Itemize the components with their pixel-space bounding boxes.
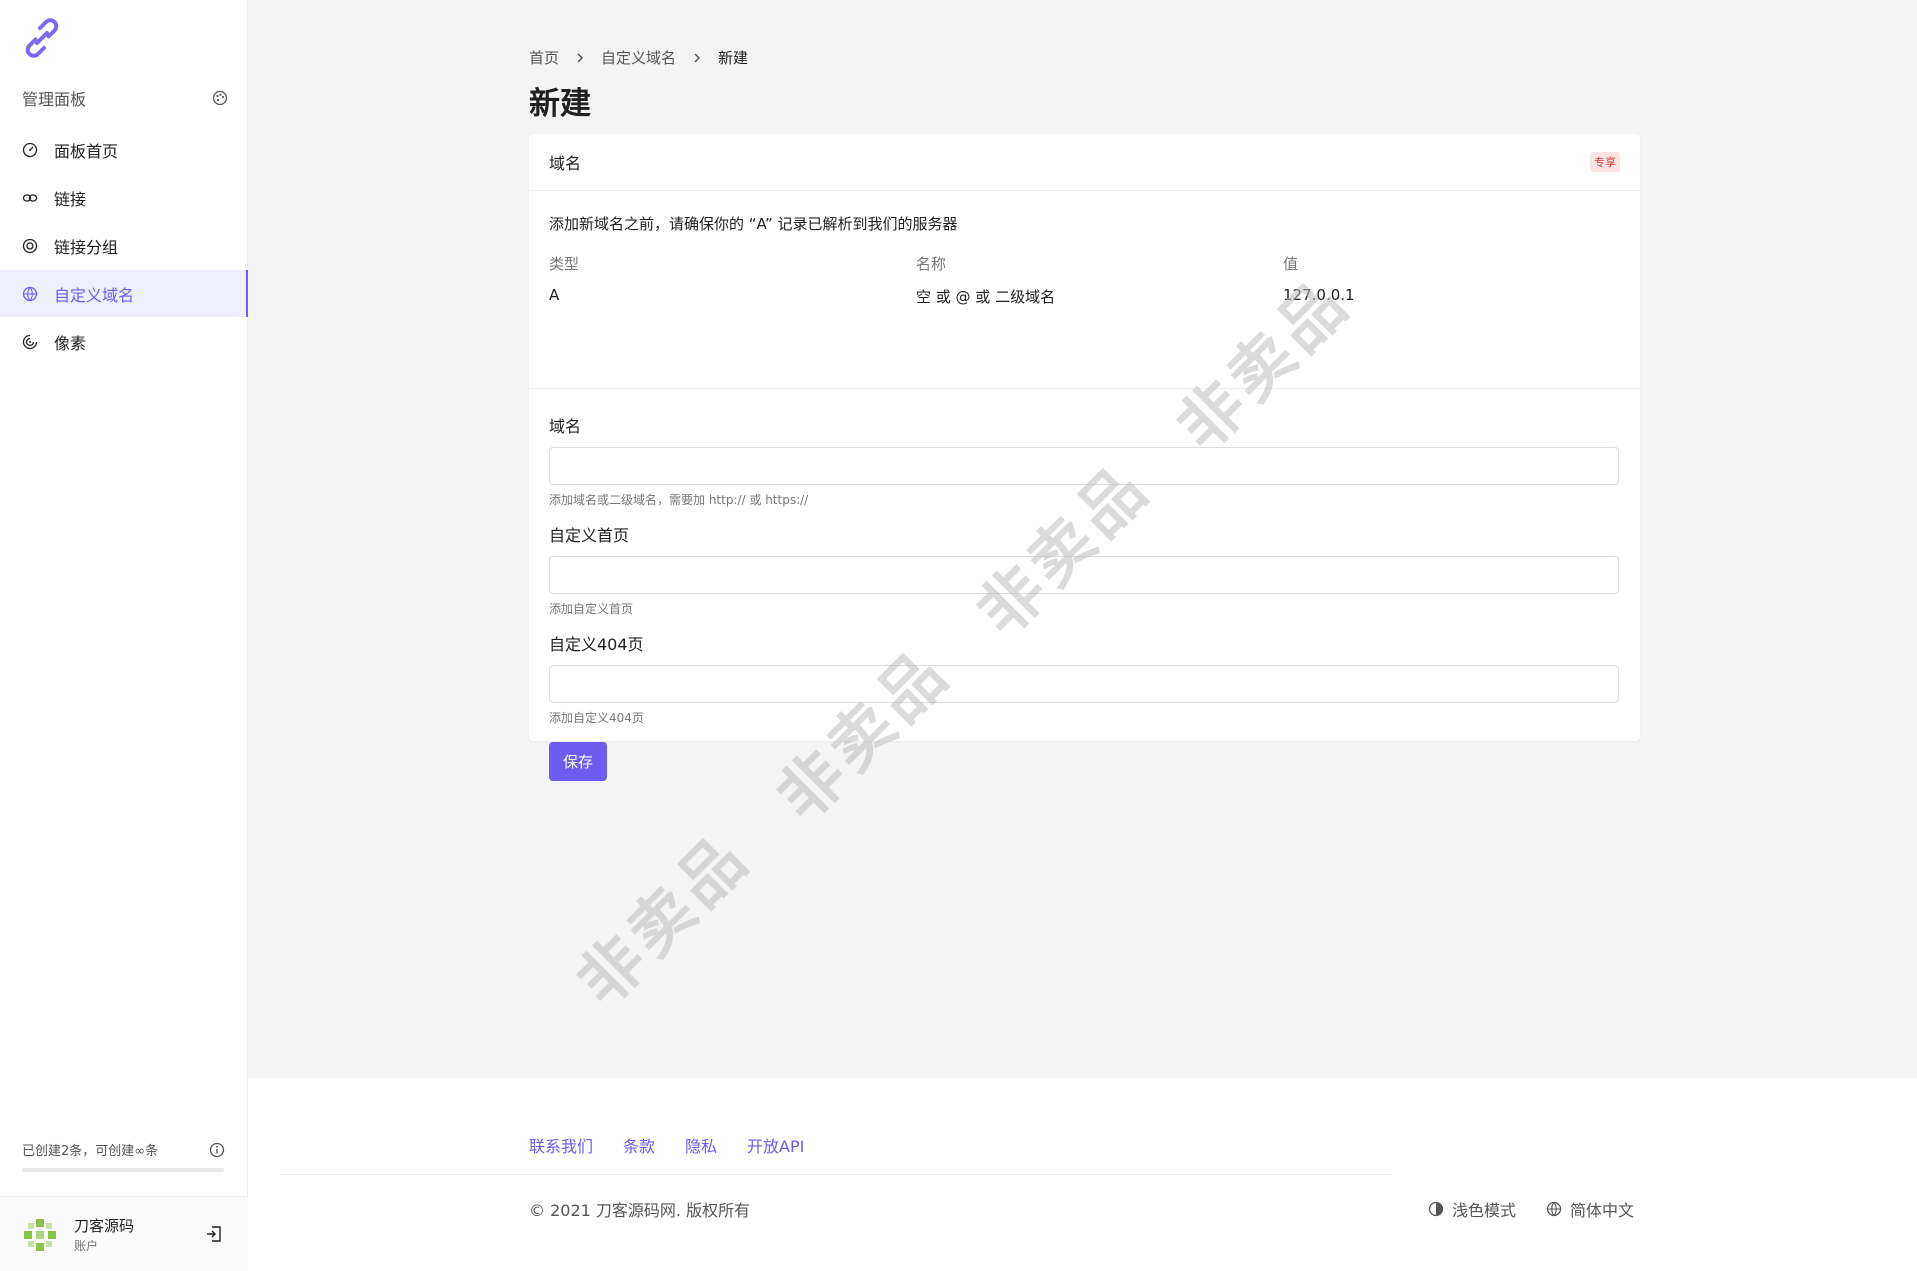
footer-divider [281, 1174, 1392, 1175]
field-label: 自定义首页 [549, 526, 630, 545]
dns-record-table: 类型 名称 值 A 空 或 @ 或 二级域名 127.0.0.1 [549, 253, 1620, 307]
globe-www-icon [22, 286, 38, 301]
account-panel[interactable]: 刀客源码 账户 [0, 1196, 248, 1271]
breadcrumb-home[interactable]: 首页 [529, 47, 559, 68]
chevron-right-icon [694, 52, 701, 63]
link-icon [22, 193, 38, 202]
custom-404-input[interactable] [549, 665, 1619, 703]
copyright-text: © 2021 刀客源码网. 版权所有 [529, 1201, 751, 1220]
footer-link-terms[interactable]: 条款 [623, 1133, 655, 1157]
save-button[interactable]: 保存 [549, 742, 607, 781]
usage-info: 已创建2条，可创建∞条 [22, 1140, 225, 1159]
dns-header-value: 值 [1283, 255, 1299, 273]
sidebar-nav: 面板首页 链接 链接分组 自定义域名 像素 [0, 126, 248, 366]
panel-heading-label: 管理面板 [22, 90, 87, 109]
footer-link-privacy[interactable]: 隐私 [685, 1133, 717, 1157]
dns-intro-text: 添加新域名之前，请确保你的 “A” 记录已解析到我们的服务器 [549, 215, 958, 233]
info-icon[interactable] [209, 1142, 225, 1158]
field-label: 自定义404页 [549, 635, 644, 654]
theme-toggle[interactable]: 浅色模式 [1428, 1197, 1516, 1221]
field-hint: 添加自定义首页 [549, 602, 634, 616]
field-label: 域名 [549, 417, 582, 436]
radar-icon [22, 334, 38, 349]
field-hint: 添加域名或二级域名，需要加 http:// 或 https:// [549, 493, 809, 507]
card-header: 域名 专享 [529, 134, 1640, 191]
field-custom-index: 自定义首页 添加自定义首页 [549, 522, 1620, 617]
footer-settings: 浅色模式 简体中文 [1428, 1197, 1634, 1221]
dns-type-value: A [549, 286, 560, 304]
dashboard-icon [22, 142, 38, 157]
contrast-icon [1428, 1201, 1444, 1217]
field-domain: 域名 添加域名或二级域名，需要加 http:// 或 https:// [549, 413, 1620, 508]
language-label: 简体中文 [1570, 1201, 1635, 1220]
custom-index-input[interactable] [549, 556, 1619, 594]
sidebar-item-dashboard[interactable]: 面板首页 [0, 126, 248, 173]
footer-links: 联系我们 条款 隐私 开放API [529, 1133, 804, 1157]
sidebar-item-label: 面板首页 [54, 141, 119, 161]
sidebar: 管理面板 面板首页 链接 链接分组 自定义域名 像素 已创建2条，可创建∞条 刀… [0, 0, 248, 1271]
sidebar-item-pixels[interactable]: 像素 [0, 318, 248, 365]
language-selector[interactable]: 简体中文 [1546, 1197, 1634, 1221]
palette-icon[interactable] [212, 90, 228, 106]
usage-text: 已创建2条，可创建∞条 [22, 1144, 159, 1159]
breadcrumb-parent[interactable]: 自定义域名 [601, 47, 676, 68]
watermark: 非卖品 [563, 819, 765, 1021]
dns-name-value: 空 或 @ 或 二级域名 [916, 288, 1056, 306]
sidebar-item-custom-domains[interactable]: 自定义域名 [0, 270, 248, 317]
account-name: 刀客源码 [74, 1217, 135, 1235]
avatar [24, 1219, 56, 1251]
dns-ip-value: 127.0.0.1 [1283, 286, 1355, 304]
globe-icon [1546, 1201, 1562, 1217]
sidebar-item-link-groups[interactable]: 链接分组 [0, 222, 248, 269]
chevron-right-icon [577, 52, 584, 63]
target-icon [22, 238, 38, 253]
footer-link-contact[interactable]: 联系我们 [529, 1133, 593, 1157]
domain-form: 域名 添加域名或二级域名，需要加 http:// 或 https:// 自定义首… [529, 389, 1640, 781]
sidebar-item-label: 像素 [54, 333, 87, 353]
sidebar-item-label: 链接分组 [54, 237, 119, 257]
page-title: 新建 [529, 86, 591, 122]
dns-header-type: 类型 [549, 255, 580, 273]
field-custom-404: 自定义404页 添加自定义404页 [549, 631, 1620, 726]
logout-icon[interactable] [205, 1225, 223, 1243]
sidebar-item-label: 自定义域名 [54, 285, 135, 305]
theme-label: 浅色模式 [1452, 1201, 1517, 1220]
domain-form-card: 域名 专享 添加新域名之前，请确保你的 “A” 记录已解析到我们的服务器 类型 … [529, 134, 1640, 781]
usage-progress-bar [22, 1168, 224, 1172]
domain-input[interactable] [549, 447, 1619, 485]
breadcrumb: 首页 自定义域名 新建 [529, 47, 748, 68]
dns-header-name: 名称 [916, 255, 947, 273]
account-subtitle: 账户 [74, 1239, 99, 1253]
premium-badge: 专享 [1590, 152, 1620, 172]
footer-link-api[interactable]: 开放API [747, 1133, 804, 1157]
sidebar-item-label: 链接 [54, 189, 87, 209]
logo-link-icon[interactable] [22, 18, 62, 58]
panel-heading: 管理面板 [22, 88, 228, 109]
breadcrumb-current: 新建 [718, 49, 749, 67]
dns-instructions: 添加新域名之前，请确保你的 “A” 记录已解析到我们的服务器 类型 名称 值 A… [529, 191, 1640, 389]
card-title: 域名 [549, 154, 582, 173]
sidebar-item-links[interactable]: 链接 [0, 174, 248, 221]
field-hint: 添加自定义404页 [549, 711, 644, 725]
